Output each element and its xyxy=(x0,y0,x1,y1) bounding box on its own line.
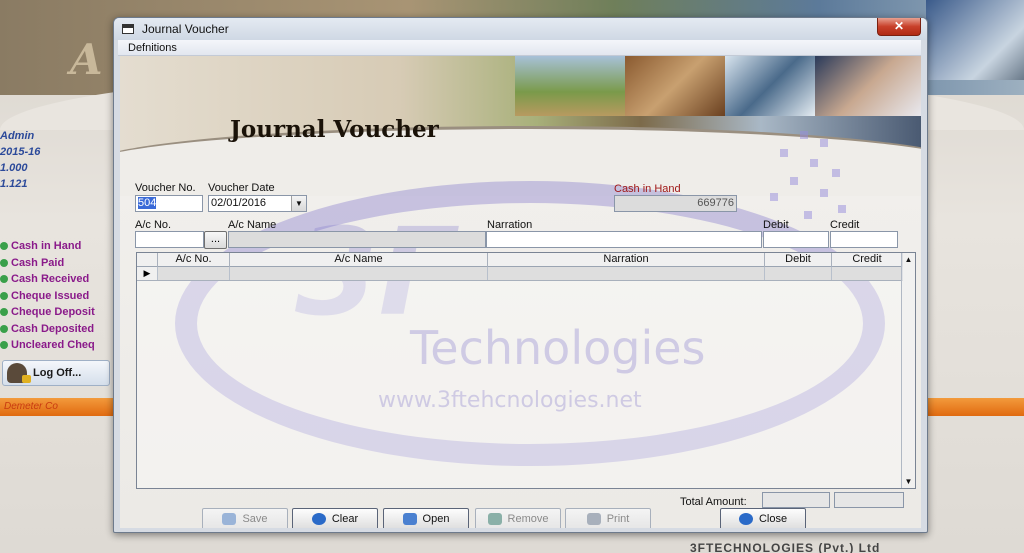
total-credit-field xyxy=(834,492,904,508)
close-button[interactable]: Close xyxy=(720,508,806,528)
form-client-area: Journal Voucher 3F Technologies www.3fte… xyxy=(120,56,921,528)
voucher-no-field[interactable]: 504 xyxy=(135,195,203,212)
ac-name-field xyxy=(228,231,486,248)
debit-field[interactable] xyxy=(763,231,829,248)
window-title: Journal Voucher xyxy=(142,22,229,36)
voucher-grid[interactable]: A/c No. A/c Name Narration Debit Credit … xyxy=(136,252,916,489)
background-info: Admin 2015-16 1.000 1.121 xyxy=(0,128,40,192)
browse-account-button[interactable]: ... xyxy=(204,231,227,249)
voucher-date-label: Voucher Date xyxy=(208,182,275,194)
narration-field[interactable] xyxy=(486,231,762,248)
narration-label: Narration xyxy=(487,219,533,231)
background-menu: Cash in Hand Cash Paid Cash Received Che… xyxy=(0,238,112,354)
ac-name-label: A/c Name xyxy=(228,219,277,231)
cell-debit[interactable] xyxy=(765,267,832,280)
save-button[interactable]: Save xyxy=(202,508,288,528)
close-window-button[interactable]: ✕ xyxy=(877,18,921,36)
voucher-date-picker[interactable]: 02/01/2016 ▼ xyxy=(208,195,307,212)
ac-no-field[interactable] xyxy=(135,231,204,248)
row-indicator-icon: ▶ xyxy=(137,267,158,280)
menu-bar: Defnitions xyxy=(118,40,921,56)
logoff-button[interactable]: Log Off... xyxy=(2,360,110,386)
bullet-icon xyxy=(0,275,8,284)
grid-header: A/c No. A/c Name Narration Debit Credit xyxy=(137,253,903,267)
column-debit[interactable]: Debit xyxy=(765,253,832,267)
info-user: Admin xyxy=(0,130,35,142)
title-bar[interactable]: Journal Voucher ✕ xyxy=(114,18,927,40)
cell-ac-no[interactable] xyxy=(158,267,230,280)
info-build: 1.121 xyxy=(0,178,28,190)
harvester-photo xyxy=(515,56,625,116)
user-lock-icon xyxy=(7,363,31,383)
close-icon xyxy=(738,513,753,525)
save-icon xyxy=(222,513,237,525)
ac-no-label: A/c No. xyxy=(135,219,172,231)
bullet-icon xyxy=(0,258,8,267)
cell-narration[interactable] xyxy=(488,267,765,280)
form-heading: Journal Voucher xyxy=(230,116,439,143)
menu-item-cheque-issued[interactable]: Cheque Issued xyxy=(0,288,112,305)
menu-item-cheque-deposit[interactable]: Cheque Deposit xyxy=(0,304,112,321)
bullet-icon xyxy=(0,308,8,317)
grid-corner xyxy=(137,253,158,267)
clear-icon xyxy=(311,513,326,525)
background-logo: A xyxy=(70,35,103,84)
button-bar: Save Clear Open Remove Print Close xyxy=(120,508,921,528)
voucher-no-label: Voucher No. xyxy=(135,182,196,194)
debit-label: Debit xyxy=(763,219,789,231)
wheat-photo xyxy=(625,56,725,116)
bullet-icon xyxy=(0,324,8,333)
info-year: 2015-16 xyxy=(0,146,41,158)
scroll-up-icon[interactable]: ▲ xyxy=(902,253,915,266)
open-button[interactable]: Open xyxy=(383,508,469,528)
cell-credit[interactable] xyxy=(832,267,903,280)
column-credit[interactable]: Credit xyxy=(832,253,903,267)
printer-icon xyxy=(586,513,601,525)
menu-item-cash-received[interactable]: Cash Received xyxy=(0,271,112,288)
credit-label: Credit xyxy=(830,219,860,231)
bullet-icon xyxy=(0,291,8,300)
background-footer: 3FTECHNOLOGIES (Pvt.) Ltd xyxy=(690,541,881,553)
menu-item-cash-paid[interactable]: Cash Paid xyxy=(0,255,112,272)
cell-ac-name[interactable] xyxy=(230,267,488,280)
menu-definitions[interactable]: Defnitions xyxy=(128,42,177,54)
grid-scrollbar[interactable]: ▲ ▼ xyxy=(901,253,915,488)
column-ac-no[interactable]: A/c No. xyxy=(158,253,230,267)
credit-field[interactable] xyxy=(830,231,898,248)
handshake-photo xyxy=(815,56,921,116)
watermark-squares xyxy=(760,131,850,221)
print-button[interactable]: Print xyxy=(565,508,651,528)
remove-icon xyxy=(487,513,502,525)
remove-button[interactable]: Remove xyxy=(475,508,561,528)
info-version: 1.000 xyxy=(0,162,28,174)
table-row[interactable]: ▶ xyxy=(137,267,903,281)
column-narration[interactable]: Narration xyxy=(488,253,765,267)
status-bar-text: Demeter Co xyxy=(4,401,58,412)
bullet-icon xyxy=(0,242,8,251)
chevron-down-icon[interactable]: ▼ xyxy=(291,196,306,211)
background-photo xyxy=(926,0,1024,80)
menu-item-cash-in-hand[interactable]: Cash in Hand xyxy=(0,238,112,255)
clear-button[interactable]: Clear xyxy=(292,508,378,528)
column-ac-name[interactable]: A/c Name xyxy=(230,253,488,267)
office-photo xyxy=(725,56,815,116)
total-amount-label: Total Amount: xyxy=(680,496,747,508)
folder-open-icon xyxy=(402,513,417,525)
journal-voucher-window: Journal Voucher ✕ Defnitions Journal Vou… xyxy=(113,17,928,533)
cash-in-hand-field: 669776 xyxy=(614,195,737,212)
total-debit-field xyxy=(762,492,830,508)
cash-in-hand-label: Cash in Hand xyxy=(614,183,681,195)
menu-item-uncleared-cheque[interactable]: Uncleared Cheq xyxy=(0,337,112,354)
bullet-icon xyxy=(0,341,8,350)
menu-item-cash-deposited[interactable]: Cash Deposited xyxy=(0,321,112,338)
close-icon: ✕ xyxy=(893,19,905,33)
scroll-down-icon[interactable]: ▼ xyxy=(902,475,915,488)
window-icon xyxy=(122,24,134,34)
